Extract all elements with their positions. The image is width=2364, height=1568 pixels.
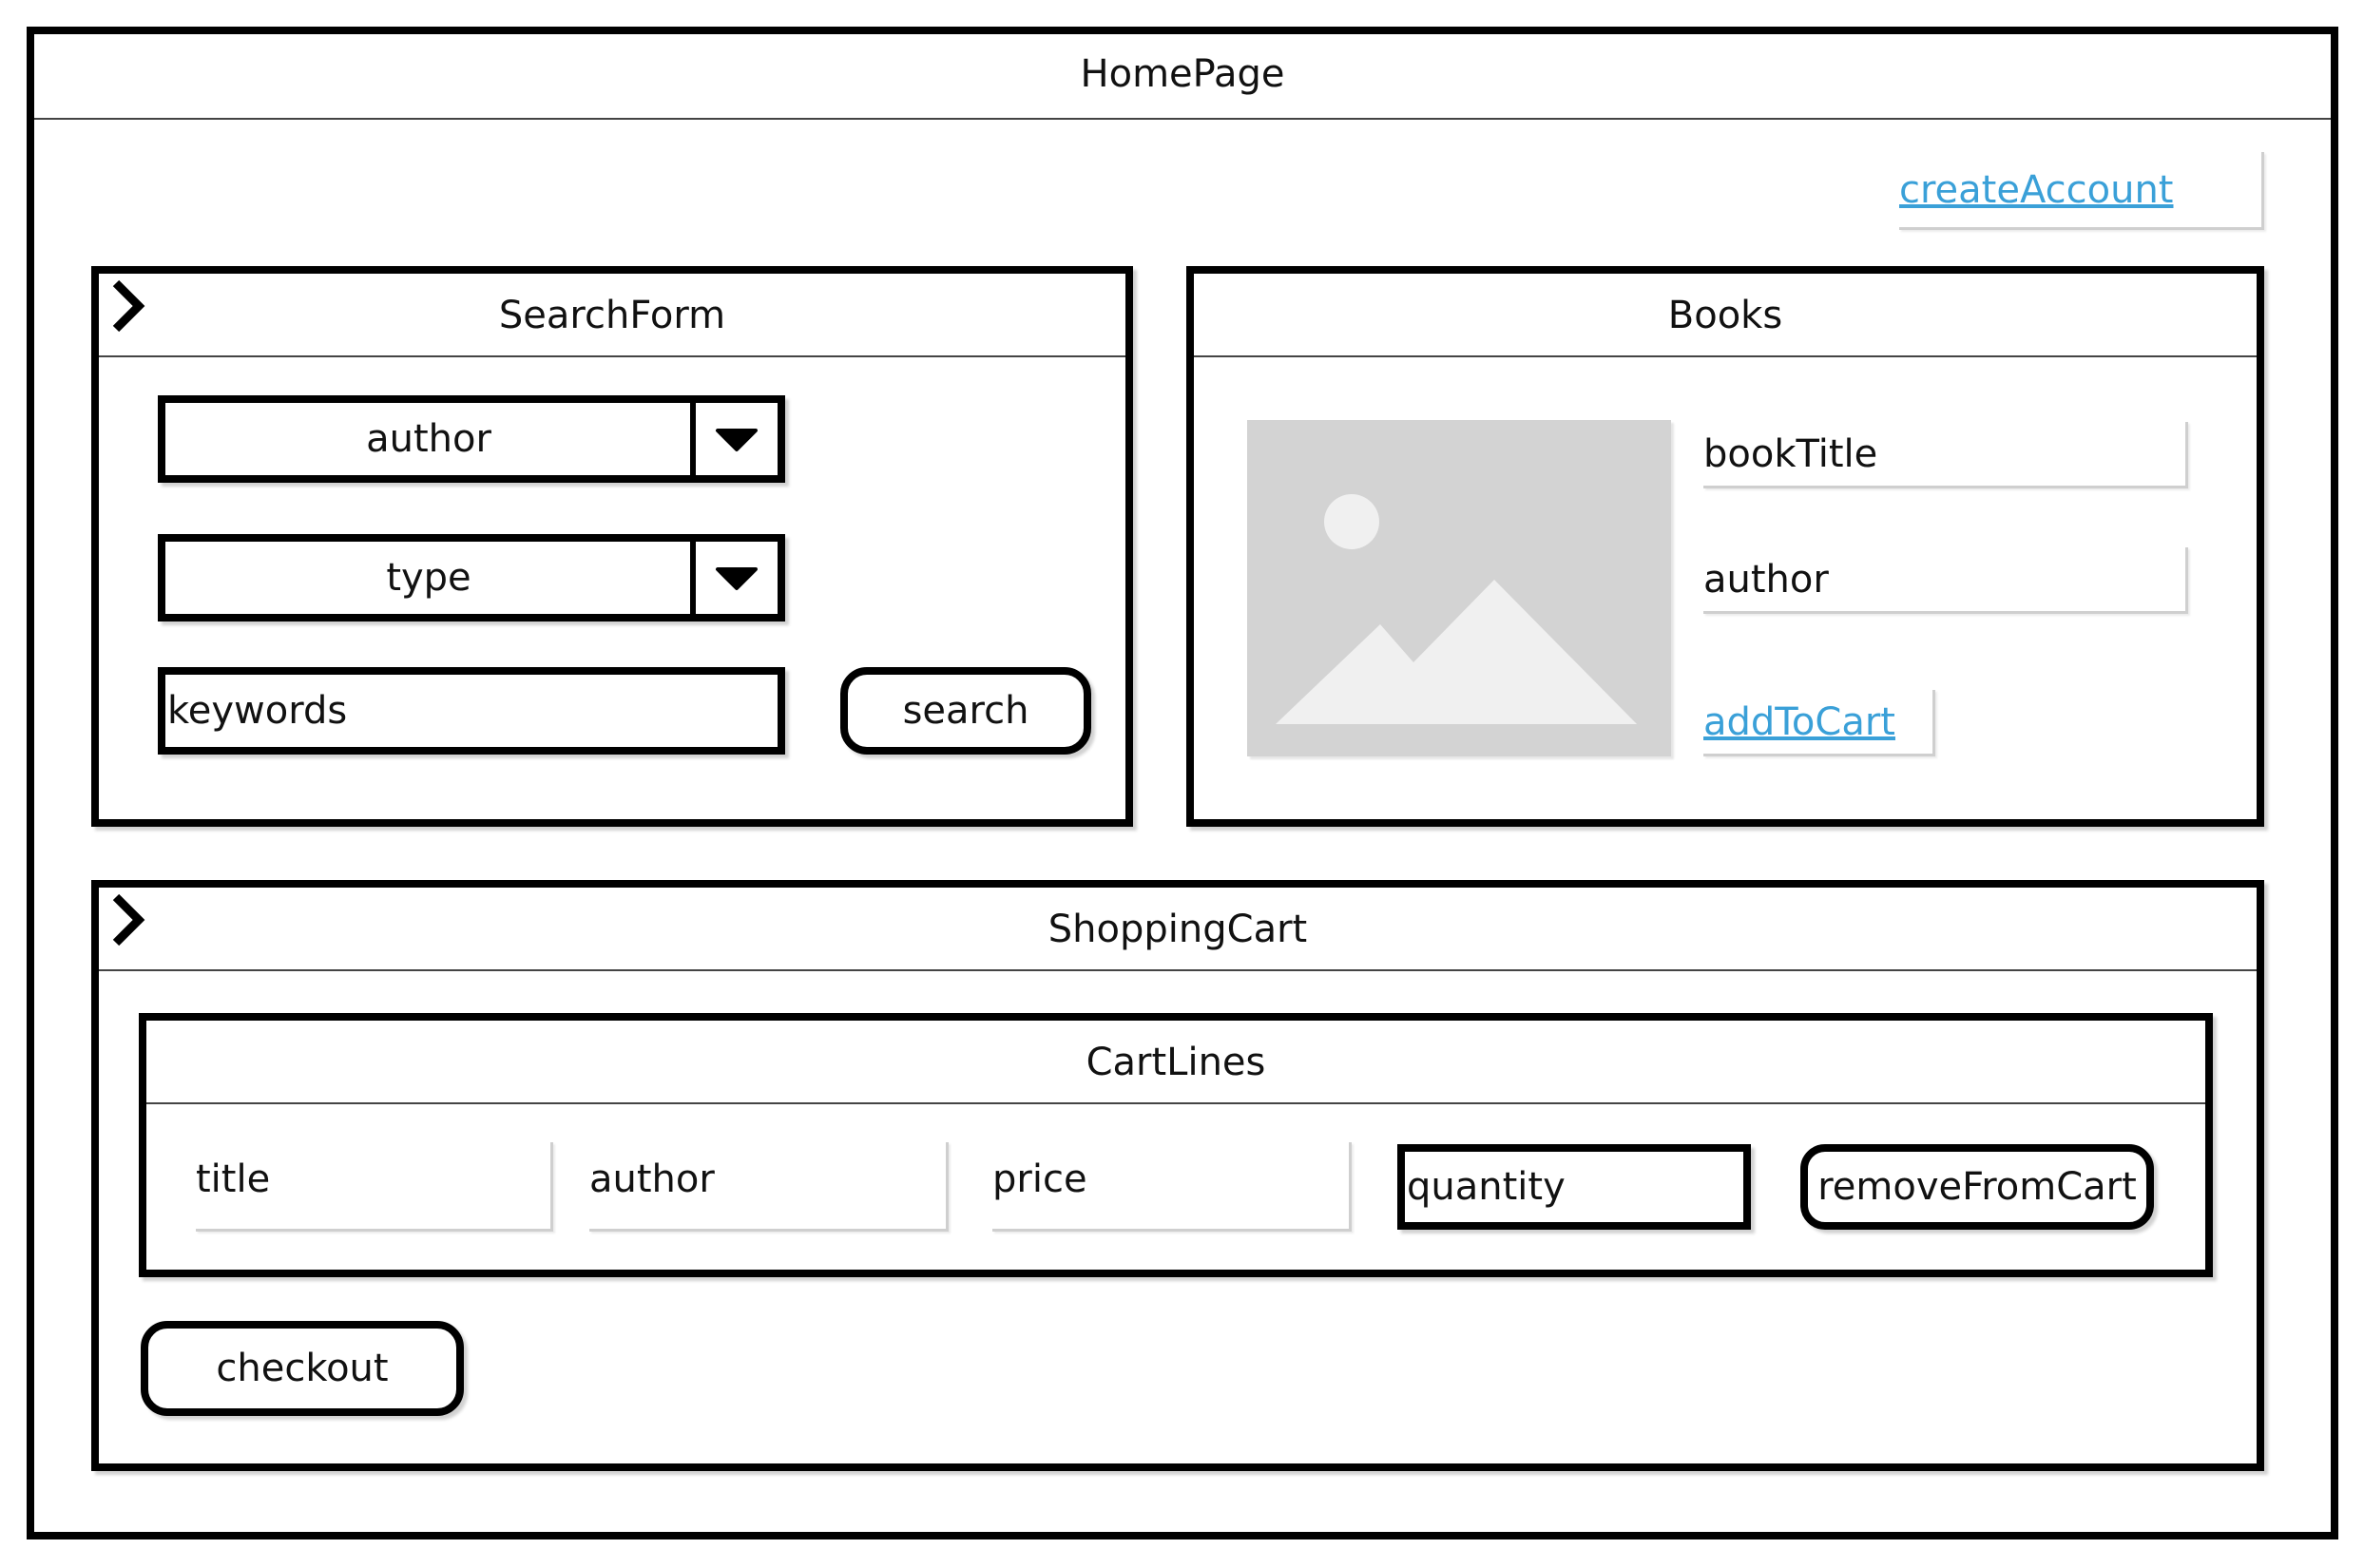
author-select-value: author xyxy=(366,417,491,461)
keywords-input-value: keywords xyxy=(167,689,348,733)
chevron-down-icon xyxy=(716,429,758,451)
book-title-text: bookTitle xyxy=(1703,431,1878,476)
quantity-input[interactable]: quantity xyxy=(1397,1144,1751,1230)
homepage-title-bar: HomePage xyxy=(34,34,2331,120)
create-account-link[interactable]: createAccount xyxy=(1899,168,2173,212)
homepage-title: HomePage xyxy=(1080,52,1285,96)
cart-title-text: title xyxy=(196,1157,271,1201)
books-title: Books xyxy=(1667,294,1783,337)
keywords-input[interactable]: keywords xyxy=(158,667,785,755)
author-select[interactable]: author xyxy=(158,395,785,483)
search-form-title: SearchForm xyxy=(498,294,726,337)
cart-lines-title: CartLines xyxy=(1086,1041,1266,1084)
dropdown-arrow[interactable] xyxy=(690,403,778,475)
remove-from-cart-label: removeFromCart xyxy=(1817,1165,2137,1209)
cart-author-text: author xyxy=(589,1157,715,1201)
search-button-label: search xyxy=(902,689,1029,733)
remove-from-cart-button[interactable]: removeFromCart xyxy=(1800,1144,2154,1230)
add-to-cart-link-box[interactable]: addToCart xyxy=(1703,690,1935,756)
cart-price-text: price xyxy=(992,1157,1087,1201)
search-button[interactable]: search xyxy=(840,667,1091,755)
book-title-label: bookTitle xyxy=(1703,422,2188,488)
search-form-title-bar: SearchForm xyxy=(99,274,1125,357)
chevron-down-icon xyxy=(716,567,758,590)
checkout-button-label: checkout xyxy=(216,1347,389,1390)
cart-price-label: price xyxy=(992,1142,1352,1232)
shopping-cart-title-bar: ShoppingCart xyxy=(99,888,2257,971)
quantity-input-value: quantity xyxy=(1407,1165,1566,1209)
dropdown-arrow[interactable] xyxy=(690,542,778,614)
add-to-cart-link[interactable]: addToCart xyxy=(1703,700,1895,744)
cart-title-label: title xyxy=(196,1142,553,1232)
books-title-bar: Books xyxy=(1194,274,2257,357)
shopping-cart-title: ShoppingCart xyxy=(1047,908,1308,951)
cart-author-label: author xyxy=(589,1142,949,1232)
checkout-button[interactable]: checkout xyxy=(141,1321,464,1416)
book-author-text: author xyxy=(1703,557,1829,602)
type-select-value: type xyxy=(386,556,471,600)
cart-lines-title-bar: CartLines xyxy=(146,1021,2205,1104)
book-image xyxy=(1247,420,1671,756)
book-author-label: author xyxy=(1703,547,2188,614)
create-account-link-box[interactable]: createAccount xyxy=(1899,152,2264,230)
image-placeholder-icon xyxy=(1276,494,1637,724)
type-select[interactable]: type xyxy=(158,534,785,621)
